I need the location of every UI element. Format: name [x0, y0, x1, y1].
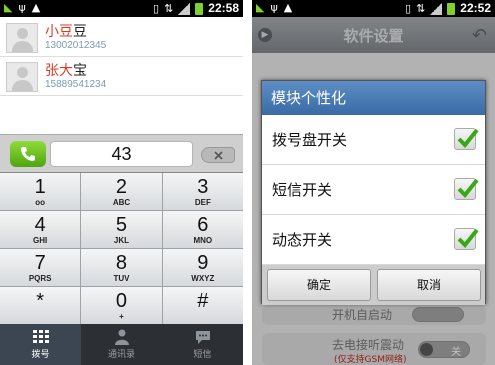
person-icon [114, 329, 129, 345]
warning-icon: ▲ [31, 1, 41, 14]
signal-icon [178, 2, 191, 15]
dialpad-switch-checkbox[interactable] [454, 128, 479, 150]
contact-list-item[interactable]: 张大宝 15889541234 [0, 58, 243, 96]
key-star[interactable]: * [0, 287, 81, 324]
tab-dialer[interactable]: 拨号 [0, 324, 81, 365]
status-bar: ◣ ψ ▲ ▯ ⇅ 22:52 [252, 0, 495, 17]
checkmark-icon [457, 228, 479, 248]
dialpad: 1 oo 2 ABC 3 DEF 4 GHI 5 JKL 6 MNO 7 PQRS 8 TUV … [0, 172, 243, 324]
contact-phone: 13002012345 [45, 40, 107, 51]
dialer-screen: ◣ ψ ▲ ▯ ⇅ 22:58 小豆豆 13002012345 张大宝 1588… [0, 0, 243, 365]
app-notification-icon: ◣ [256, 1, 265, 14]
dynamic-switch-checkbox[interactable] [454, 228, 479, 250]
key-8[interactable]: 8 TUV [81, 249, 162, 286]
confirm-button[interactable]: 确定 [267, 269, 371, 301]
dialed-number-field[interactable]: 43 [50, 141, 193, 167]
usb-icon: ψ [18, 1, 26, 14]
key-2[interactable]: 2 ABC [81, 173, 162, 210]
vibrate-icon: ▯ [153, 1, 160, 15]
option-label: 拨号盘开关 [272, 131, 348, 149]
contact-name: 小豆豆 [45, 24, 87, 40]
key-1[interactable]: 1 oo [0, 173, 81, 210]
settings-screen: ◣ ψ ▲ ▯ ⇅ 22:52 ▶ 软件设置 ↶ 开机自启动 去电接听震动 (仅… [252, 0, 495, 365]
option-sms-switch[interactable]: 短信开关 [262, 165, 485, 215]
tab-messages[interactable]: 短信 [162, 324, 243, 365]
signal-icon [430, 2, 443, 15]
key-0[interactable]: 0 + [81, 287, 162, 324]
tab-contacts[interactable]: 通讯录 [81, 324, 162, 365]
checkmark-icon [457, 128, 479, 148]
cancel-button[interactable]: 取消 [377, 269, 481, 301]
contact-phone: 15889541234 [45, 79, 107, 90]
key-4[interactable]: 4 GHI [0, 211, 81, 248]
app-notification-icon: ◣ [4, 1, 13, 14]
warning-icon: ▲ [283, 1, 293, 14]
tab-label: 拨号 [31, 350, 50, 360]
bottom-tab-bar: 拨号 通讯录 短信 [0, 324, 243, 365]
key-5[interactable]: 5 JKL [81, 211, 162, 248]
vibrate-icon: ▯ [405, 1, 412, 15]
dial-input-bar: 43 [0, 134, 243, 172]
dialpad-icon [32, 330, 49, 343]
option-dynamic-switch[interactable]: 动态开关 [262, 215, 485, 265]
key-hash[interactable]: # [162, 287, 243, 324]
tab-label: 短信 [193, 350, 212, 360]
dialog-title: 模块个性化 [262, 81, 485, 115]
data-icon: ⇅ [416, 1, 426, 15]
contact-list-item[interactable]: 小豆豆 13002012345 [0, 19, 243, 57]
message-icon [195, 331, 210, 344]
key-9[interactable]: 9 WXYZ [162, 249, 243, 286]
usb-icon: ψ [270, 1, 278, 14]
option-label: 短信开关 [272, 181, 333, 199]
tab-label: 通讯录 [107, 350, 135, 360]
screenshot-divider [243, 0, 252, 365]
status-time: 22:52 [460, 1, 491, 15]
module-personalize-dialog: 模块个性化 拨号盘开关 短信开关 动态开关 确定 取消 [261, 80, 486, 305]
avatar [6, 23, 38, 53]
option-label: 动态开关 [272, 231, 333, 249]
sms-switch-checkbox[interactable] [454, 178, 479, 200]
status-time: 22:58 [208, 1, 239, 15]
close-icon [214, 151, 223, 160]
battery-icon [447, 3, 456, 15]
avatar [6, 62, 38, 92]
call-button[interactable] [10, 141, 46, 167]
key-6[interactable]: 6 MNO [162, 211, 243, 248]
status-bar: ◣ ψ ▲ ▯ ⇅ 22:58 [0, 0, 243, 17]
contact-name: 张大宝 [45, 63, 87, 79]
backspace-button[interactable] [201, 147, 235, 163]
checkmark-icon [457, 178, 479, 198]
key-3[interactable]: 3 DEF [162, 173, 243, 210]
battery-icon [195, 3, 204, 15]
option-dialpad-switch[interactable]: 拨号盘开关 [262, 115, 485, 165]
data-icon: ⇅ [164, 1, 174, 15]
key-7[interactable]: 7 PQRS [0, 249, 81, 286]
phone-icon [21, 147, 35, 161]
dialog-footer: 确定 取消 [262, 265, 485, 305]
